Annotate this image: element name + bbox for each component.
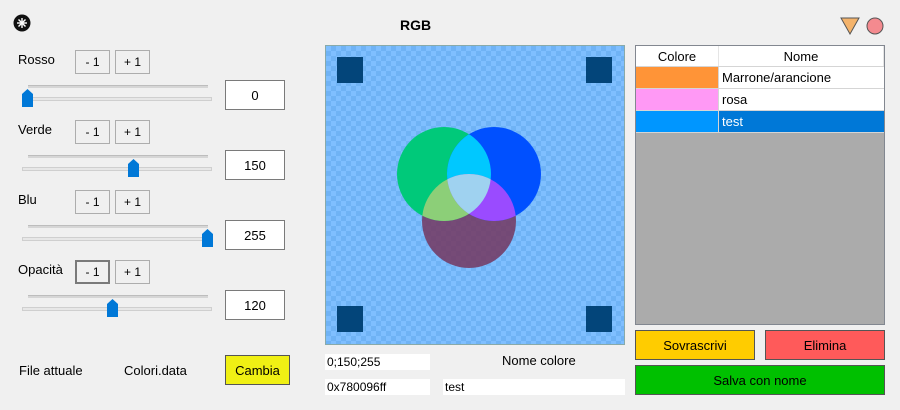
slider-value-field[interactable]: 255 (225, 220, 285, 250)
increment-button[interactable]: + 1 (115, 190, 150, 214)
color-name-cell: Marrone/arancione (719, 67, 884, 88)
slider-track-top (28, 225, 208, 228)
slider-label: Rosso (18, 52, 55, 67)
current-file-name: Colori.data (124, 363, 187, 378)
slider-track[interactable] (22, 237, 212, 241)
slider-track-top (28, 155, 208, 158)
slider-value-field[interactable]: 0 (225, 80, 285, 110)
slider-track-top (28, 295, 208, 298)
table-row[interactable]: test (636, 111, 884, 133)
current-file-label: File attuale (19, 363, 83, 378)
overwrite-button[interactable]: Sovrascrivi (635, 330, 755, 360)
close-icon[interactable] (866, 17, 884, 35)
window-title: RGB (400, 17, 432, 33)
slider-label: Blu (18, 192, 37, 207)
slider-thumb[interactable] (202, 229, 213, 247)
color-swatch (636, 111, 719, 132)
change-file-button[interactable]: Cambia (225, 355, 290, 385)
slider-thumb[interactable] (22, 89, 33, 107)
rgb-circles (397, 127, 541, 268)
delete-button[interactable]: Elimina (765, 330, 885, 360)
rgb-readout: 0;150;255 (325, 354, 430, 370)
color-name-label: Nome colore (502, 353, 576, 368)
slider-label: Opacità (18, 262, 63, 277)
slider-value-field[interactable]: 120 (225, 290, 285, 320)
save-as-button[interactable]: Salva con nome (635, 365, 885, 395)
minimize-icon[interactable] (840, 17, 860, 36)
column-header-name[interactable]: Nome (719, 46, 884, 66)
color-swatch (636, 67, 719, 88)
decrement-button[interactable]: - 1 (75, 50, 110, 74)
slider-track[interactable] (22, 167, 212, 171)
increment-button[interactable]: + 1 (115, 260, 150, 284)
decrement-button[interactable]: - 1 (75, 260, 110, 284)
color-swatch (636, 89, 719, 110)
colors-table: Colore Nome Marrone/arancione rosa test (635, 45, 885, 325)
color-preview (325, 45, 625, 345)
table-row[interactable]: rosa (636, 89, 884, 111)
decrement-button[interactable]: - 1 (75, 190, 110, 214)
increment-button[interactable]: + 1 (115, 120, 150, 144)
slider-value-field[interactable]: 150 (225, 150, 285, 180)
slider-label: Verde (18, 122, 52, 137)
app-logo-icon (13, 14, 31, 32)
color-name-input[interactable]: test (443, 379, 625, 395)
slider-track-top (28, 85, 208, 88)
increment-button[interactable]: + 1 (115, 50, 150, 74)
hex-readout: 0x780096ff (325, 379, 430, 395)
slider-thumb[interactable] (107, 299, 118, 317)
column-header-color[interactable]: Colore (636, 46, 719, 66)
table-row[interactable]: Marrone/arancione (636, 67, 884, 89)
color-name-cell: test (719, 111, 884, 132)
table-header: Colore Nome (636, 46, 884, 67)
decrement-button[interactable]: - 1 (75, 120, 110, 144)
color-name-cell: rosa (719, 89, 884, 110)
slider-thumb[interactable] (128, 159, 139, 177)
slider-track[interactable] (22, 97, 212, 101)
